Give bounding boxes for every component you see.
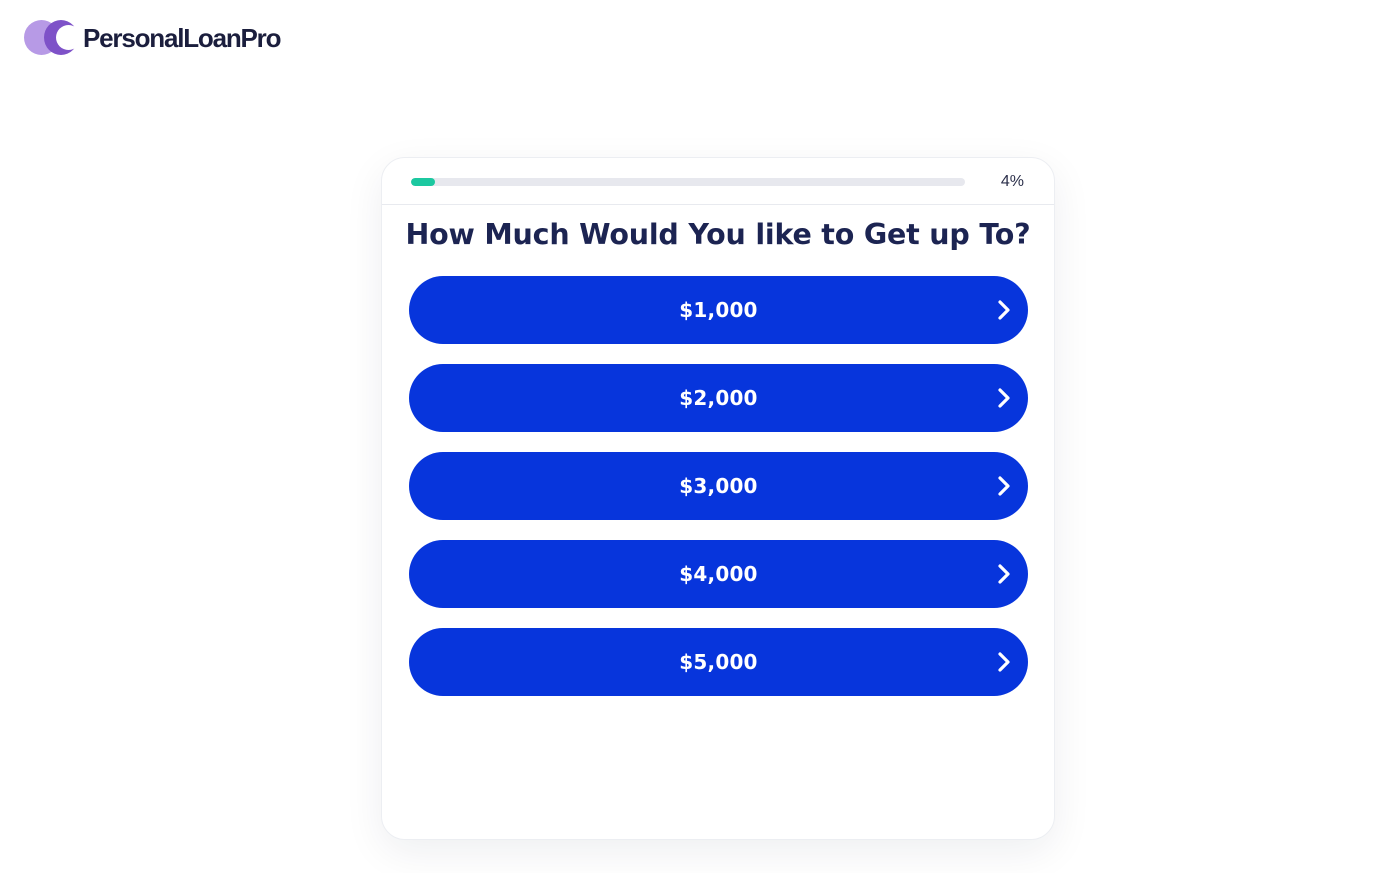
amount-option-4000-button[interactable]: $4,000 — [409, 540, 1028, 608]
question-card: 4% How Much Would You like to Get up To?… — [381, 157, 1055, 840]
chevron-right-icon — [998, 388, 1010, 408]
progress-percent-label: 4% — [1000, 173, 1024, 190]
chevron-right-icon — [998, 300, 1010, 320]
option-label: $4,000 — [679, 562, 758, 586]
amount-option-5000-button[interactable]: $5,000 — [409, 628, 1028, 696]
progress-bar-fill — [411, 178, 435, 186]
chevron-right-icon — [998, 476, 1010, 496]
chevron-right-icon — [998, 652, 1010, 672]
brand-name[interactable]: PersonalLoanPro — [83, 20, 281, 56]
option-label: $2,000 — [679, 386, 758, 410]
amount-option-2000-button[interactable]: $2,000 — [409, 364, 1028, 432]
option-label: $5,000 — [679, 650, 758, 674]
header: PersonalLoanPro — [24, 20, 281, 56]
question-title: How Much Would You like to Get up To? — [405, 218, 1031, 251]
progress-section: 4% — [382, 158, 1054, 205]
amount-option-3000-button[interactable]: $3,000 — [409, 452, 1028, 520]
option-label: $1,000 — [679, 298, 758, 322]
amount-option-1000-button[interactable]: $1,000 — [409, 276, 1028, 344]
option-label: $3,000 — [679, 474, 758, 498]
progress-bar — [411, 178, 965, 186]
chevron-right-icon — [998, 564, 1010, 584]
amount-options: $1,000 $2,000 $3,000 $4,000 $5,000 — [409, 276, 1028, 716]
brand-logo-icon[interactable] — [24, 20, 81, 56]
